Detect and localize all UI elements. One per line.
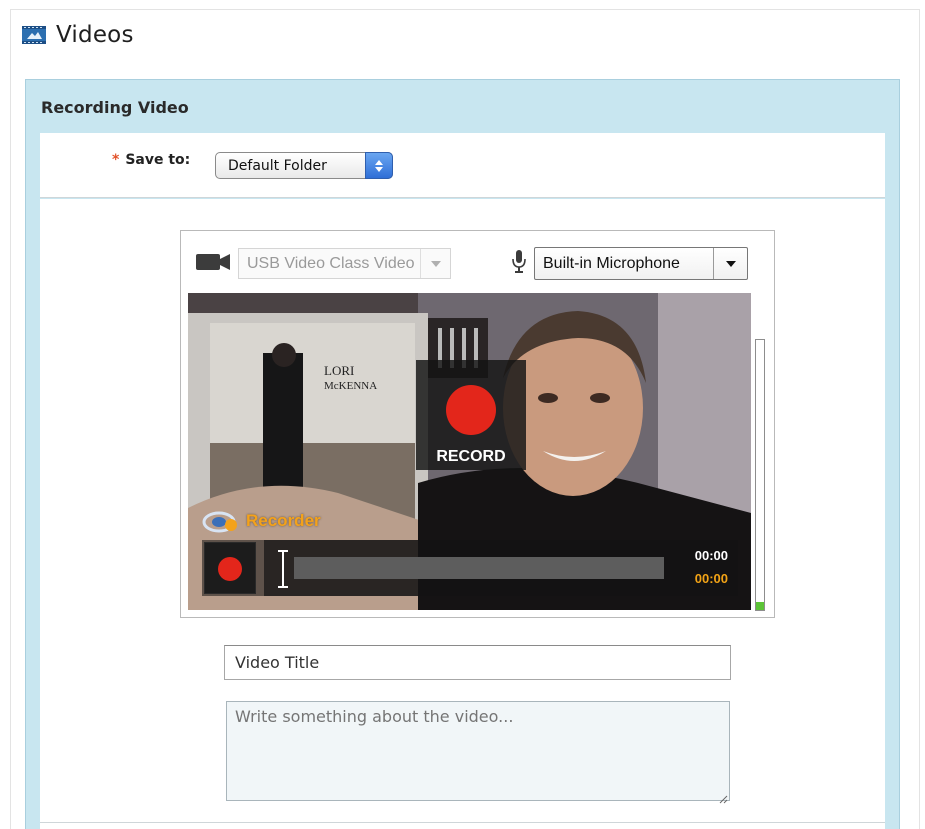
recorder-brand-label: Recorder <box>246 511 321 530</box>
record-icon <box>446 385 496 435</box>
recording-video-panel: Recording Video * Save to: Default Folder… <box>25 79 900 829</box>
required-marker: * <box>112 152 120 168</box>
panel-divider <box>40 822 885 823</box>
record-overlay-button[interactable]: RECORD <box>416 360 526 470</box>
page-title: Videos <box>56 22 134 48</box>
video-recorder-widget: USB Video Class Video Built-in Microphon… <box>180 230 775 618</box>
playback-control-bar: 00:00 00:00 <box>202 540 738 596</box>
panel-title: Recording Video <box>41 98 189 117</box>
record-button[interactable] <box>204 542 256 594</box>
video-title-input[interactable] <box>224 645 731 680</box>
progress-track[interactable] <box>294 557 664 579</box>
svg-text:McKENNA: McKENNA <box>324 380 377 392</box>
microphone-select[interactable]: Built-in Microphone <box>534 247 748 280</box>
save-to-label: * Save to: <box>112 152 190 168</box>
video-camera-icon <box>196 253 230 271</box>
save-folder-value: Default Folder <box>228 157 327 174</box>
save-folder-select[interactable]: Default Folder <box>215 152 393 179</box>
page-header: Videos <box>22 20 134 50</box>
save-to-row: * Save to: Default Folder <box>40 133 885 198</box>
camera-source-value: USB Video Class Video <box>247 254 415 272</box>
chevron-down-icon[interactable] <box>420 249 450 278</box>
updown-arrows-icon[interactable] <box>365 152 393 179</box>
save-to-text: Save to: <box>125 152 191 168</box>
audio-level-meter <box>755 339 765 611</box>
svg-text:LORI: LORI <box>324 363 354 378</box>
chevron-down-icon[interactable] <box>713 248 747 279</box>
video-film-icon <box>22 25 46 45</box>
camera-source-select[interactable]: USB Video Class Video <box>238 248 451 279</box>
recorded-time: 00:00 <box>694 571 728 586</box>
record-overlay-label: RECORD <box>436 448 506 465</box>
recorder-logo-icon <box>202 509 240 533</box>
audio-level-fill <box>756 601 764 610</box>
scrub-handle[interactable] <box>278 550 288 588</box>
record-dot-icon <box>218 557 242 581</box>
recorder-brand: Recorder <box>202 509 321 533</box>
elapsed-time: 00:00 <box>694 548 728 563</box>
microphone-value: Built-in Microphone <box>543 254 680 272</box>
recording-body: USB Video Class Video Built-in Microphon… <box>40 199 885 829</box>
resize-grip-icon[interactable] <box>718 789 728 804</box>
webcam-preview: LORI McKENNA RECORD Recorder 00:00 00:00 <box>188 293 751 610</box>
progress-area: 00:00 00:00 <box>264 540 738 596</box>
video-description-textarea[interactable] <box>226 701 730 801</box>
microphone-icon <box>512 250 526 274</box>
